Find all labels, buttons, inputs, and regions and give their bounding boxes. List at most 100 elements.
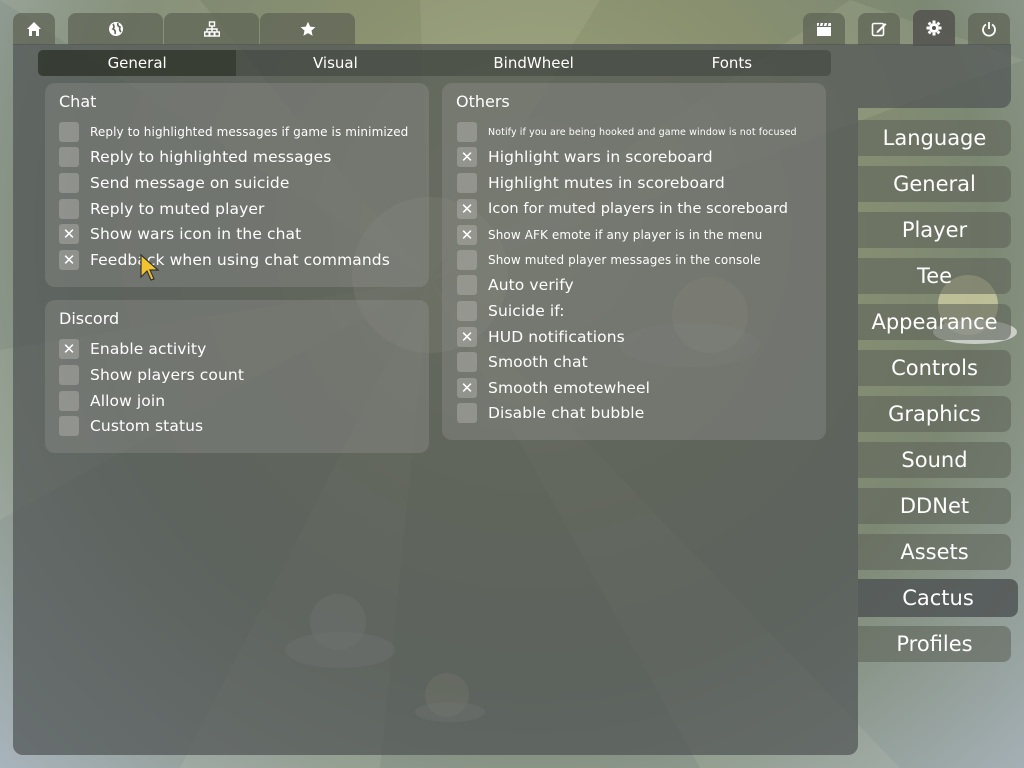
others-option[interactable]: Highlight mutes in scoreboard xyxy=(457,173,725,193)
option-label: Show players count xyxy=(90,366,245,384)
option-label: Smooth chat xyxy=(488,353,588,371)
checkbox[interactable] xyxy=(457,301,477,321)
others-option[interactable]: Show muted player messages in the consol… xyxy=(457,250,761,270)
tab-quit[interactable] xyxy=(968,13,1010,45)
others-option[interactable]: ✕ Smooth emotewheel xyxy=(457,378,650,398)
option-label: Reply to highlighted messages if game is… xyxy=(90,125,409,139)
option-label: Auto verify xyxy=(488,276,574,294)
discord-option[interactable]: ✕ Enable activity xyxy=(59,339,206,359)
checkbox[interactable] xyxy=(457,403,477,423)
others-option[interactable]: Notify if you are being hooked and game … xyxy=(457,122,797,142)
option-label: Show muted player messages in the consol… xyxy=(488,253,761,267)
discord-option[interactable]: Custom status xyxy=(59,416,203,436)
tab-settings[interactable] xyxy=(913,10,955,46)
menu-general[interactable]: General xyxy=(858,166,1011,202)
chat-option[interactable]: Reply to muted player xyxy=(59,199,264,219)
checkbox[interactable] xyxy=(59,365,79,385)
menu-assets[interactable]: Assets xyxy=(858,534,1011,570)
checkbox-checked[interactable]: ✕ xyxy=(457,199,477,219)
discord-option[interactable]: Show players count xyxy=(59,365,244,385)
chat-option[interactable]: ✕ Feedback when using chat commands xyxy=(59,250,390,270)
option-label: Notify if you are being hooked and game … xyxy=(488,126,797,138)
edit-icon xyxy=(871,22,887,37)
checkbox-checked[interactable]: ✕ xyxy=(457,327,477,347)
others-option[interactable]: Smooth chat xyxy=(457,352,588,372)
option-label: Smooth emotewheel xyxy=(488,379,651,397)
clapperboard-icon xyxy=(817,22,831,36)
option-label: Highlight mutes in scoreboard xyxy=(488,174,725,192)
subtab-general[interactable]: General xyxy=(38,50,237,76)
checkbox[interactable] xyxy=(457,250,477,270)
option-label: Show wars icon in the chat xyxy=(90,225,302,243)
option-label: Suicide if: xyxy=(488,302,565,320)
checkbox-checked[interactable]: ✕ xyxy=(457,225,477,245)
menu-profiles[interactable]: Profiles xyxy=(858,626,1011,662)
others-option[interactable]: ✕ HUD notifications xyxy=(457,327,625,347)
option-label: Feedback when using chat commands xyxy=(90,251,390,269)
option-label: Icon for muted players in the scoreboard xyxy=(488,201,789,217)
checkbox[interactable] xyxy=(59,147,79,167)
menu-language[interactable]: Language xyxy=(858,120,1011,156)
option-label: Highlight wars in scoreboard xyxy=(488,148,713,166)
menu-ddnet[interactable]: DDNet xyxy=(858,488,1011,524)
others-option[interactable]: ✕ Highlight wars in scoreboard xyxy=(457,147,713,167)
tab-editor[interactable] xyxy=(858,13,900,45)
menu-tee[interactable]: Tee xyxy=(858,258,1011,294)
menu-graphics[interactable]: Graphics xyxy=(858,396,1011,432)
checkbox-checked[interactable]: ✕ xyxy=(59,224,79,244)
discord-group: Discord ✕ Enable activity Show players co… xyxy=(45,300,429,453)
power-icon xyxy=(982,22,996,37)
chat-option[interactable]: Send message on suicide xyxy=(59,173,290,193)
others-group-title: Others xyxy=(456,92,510,111)
others-option[interactable]: Disable chat bubble xyxy=(457,403,644,423)
checkbox[interactable] xyxy=(457,173,477,193)
option-label: Disable chat bubble xyxy=(488,404,645,422)
option-label: Custom status xyxy=(90,417,204,435)
menu-appearance[interactable]: Appearance xyxy=(858,304,1011,340)
checkbox[interactable] xyxy=(59,391,79,411)
checkbox-checked[interactable]: ✕ xyxy=(59,250,79,270)
chat-group: Chat Reply to highlighted messages if ga… xyxy=(45,83,429,287)
network-icon xyxy=(203,21,220,37)
checkbox-checked[interactable]: ✕ xyxy=(59,339,79,359)
menu-player[interactable]: Player xyxy=(858,212,1011,248)
others-option[interactable]: Auto verify xyxy=(457,275,574,295)
checkbox[interactable] xyxy=(59,173,79,193)
menu-sound[interactable]: Sound xyxy=(858,442,1011,478)
panel-corner xyxy=(858,44,1011,108)
subtab-visual[interactable]: Visual xyxy=(236,50,434,76)
others-option[interactable]: ✕ Icon for muted players in the scoreboar… xyxy=(457,199,788,219)
checkbox[interactable] xyxy=(457,122,477,142)
checkbox[interactable] xyxy=(457,275,477,295)
home-icon xyxy=(27,22,41,36)
tab-lan[interactable] xyxy=(164,13,259,45)
tab-home[interactable] xyxy=(13,13,55,45)
checkbox[interactable] xyxy=(59,416,79,436)
option-label: Allow join xyxy=(90,392,166,410)
subtab-fonts[interactable]: Fonts xyxy=(633,50,831,76)
option-label: Enable activity xyxy=(90,340,207,358)
option-label: Show AFK emote if any player is in the m… xyxy=(488,228,763,242)
checkbox[interactable] xyxy=(457,352,477,372)
tab-favorites[interactable] xyxy=(260,13,355,45)
tab-demos[interactable] xyxy=(803,13,845,45)
chat-group-title: Chat xyxy=(59,92,97,111)
star-icon xyxy=(300,21,315,36)
others-option[interactable]: Suicide if: xyxy=(457,301,565,321)
menu-controls[interactable]: Controls xyxy=(858,350,1011,386)
menu-cactus[interactable]: Cactus xyxy=(858,579,1018,617)
tab-internet[interactable] xyxy=(68,13,163,45)
subtab-bindwheel[interactable]: BindWheel xyxy=(435,50,633,76)
gear-icon xyxy=(926,20,942,36)
checkbox-checked[interactable]: ✕ xyxy=(457,147,477,167)
chat-option[interactable]: Reply to highlighted messages if game is… xyxy=(59,122,408,142)
others-option[interactable]: ✕ Show AFK emote if any player is in the … xyxy=(457,225,762,245)
option-label: Reply to highlighted messages xyxy=(90,148,332,166)
chat-option[interactable]: ✕ Show wars icon in the chat xyxy=(59,224,301,244)
discord-option[interactable]: Allow join xyxy=(59,391,165,411)
chat-option[interactable]: Reply to highlighted messages xyxy=(59,147,331,167)
checkbox[interactable] xyxy=(59,122,79,142)
option-label: Reply to muted player xyxy=(90,200,265,218)
checkbox-checked[interactable]: ✕ xyxy=(457,378,477,398)
checkbox[interactable] xyxy=(59,199,79,219)
